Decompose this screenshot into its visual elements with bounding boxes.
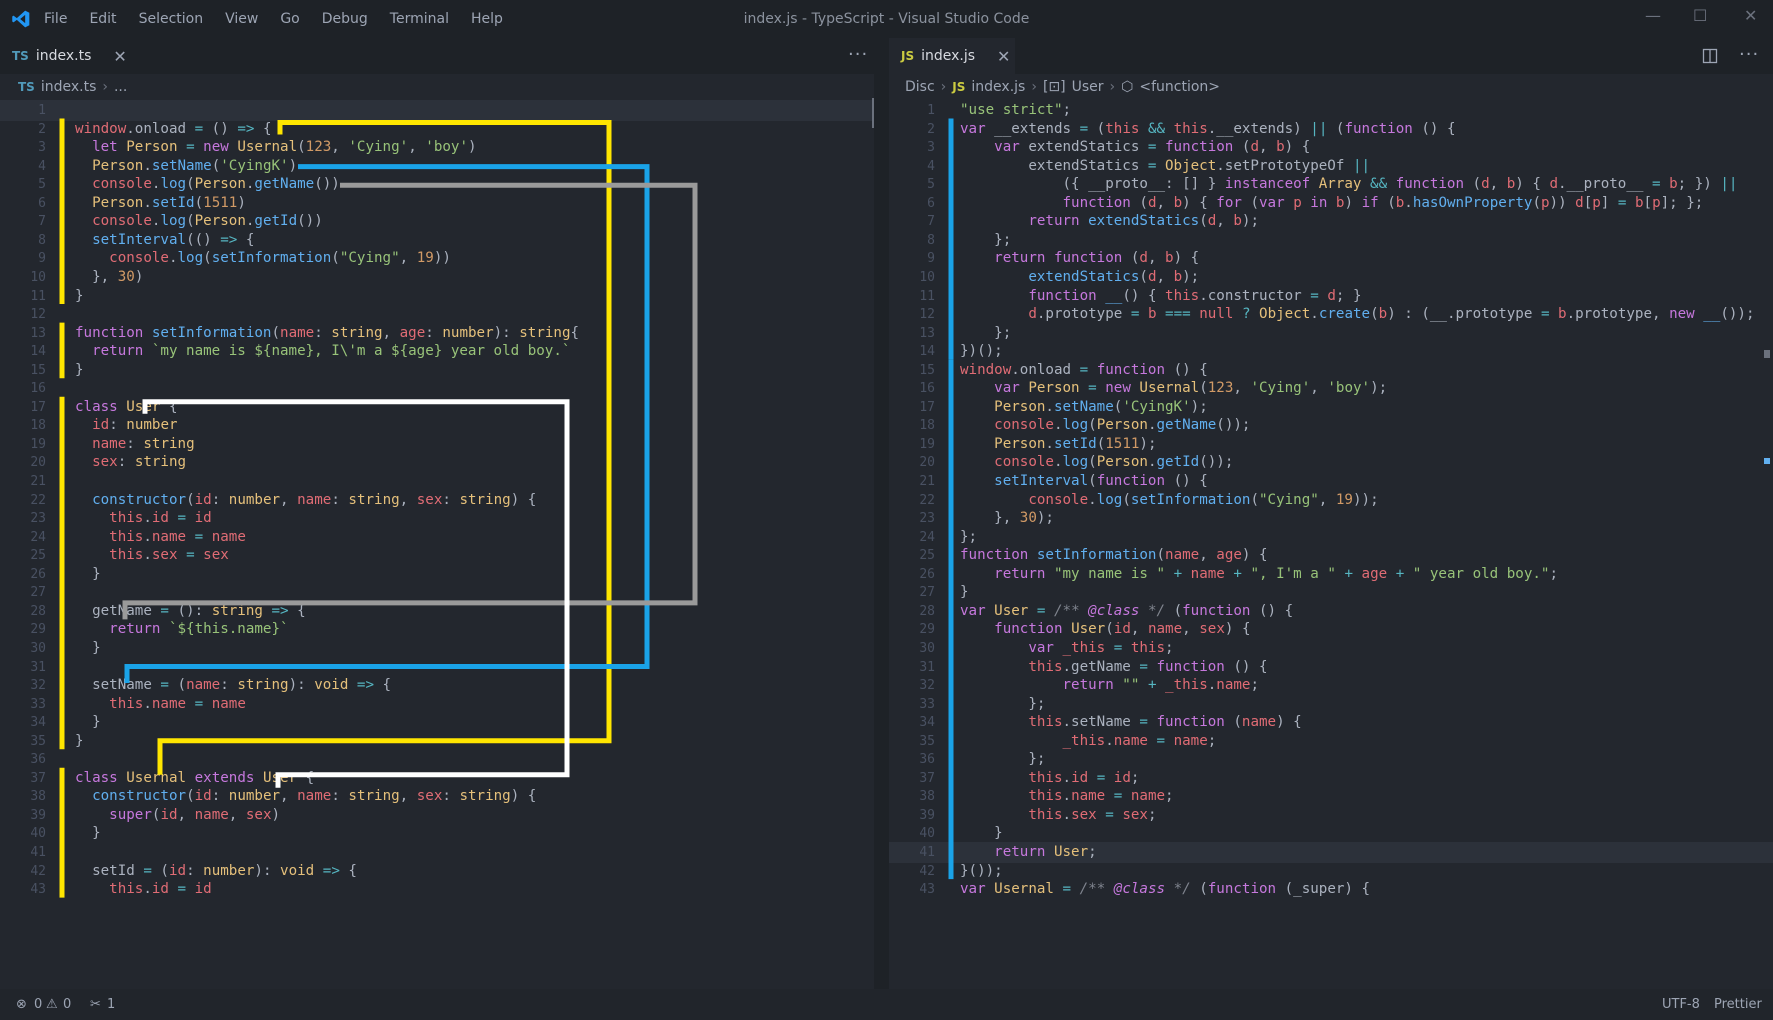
more-actions-icon[interactable]: ··· [1739,44,1759,65]
warning-count[interactable]: 0 [63,997,71,1012]
encoding-status[interactable]: UTF-8 [1662,997,1700,1012]
breadcrumb-folder[interactable]: Disc [905,79,935,95]
formatter-status[interactable]: Prettier [1714,997,1762,1012]
javascript-file-icon: JS [952,80,966,94]
breadcrumb: TS index.ts › ... [0,74,874,100]
breadcrumb-file[interactable]: index.js [971,79,1025,95]
code-line[interactable]: 43 var Usernal = /** @class */ (function … [889,879,1773,900]
close-tab-icon[interactable]: ✕ [997,47,1010,66]
right-editor-group: JS index.js ✕ ··· Disc › JS index.js › [… [889,38,1773,989]
cube-icon: ⬡ [1121,79,1134,95]
title-bar: File Edit Selection View Go Debug Termin… [0,0,1773,38]
more-actions-icon[interactable]: ··· [848,44,868,65]
tab-index-js[interactable]: JS index.js ✕ [889,38,1015,74]
breadcrumb-file[interactable]: index.ts [41,79,97,95]
left-tab-bar: TS index.ts ✕ ··· [0,38,874,74]
error-count[interactable]: 0 [34,997,42,1012]
close-window-icon[interactable]: ✕ [1744,6,1757,25]
typescript-file-icon: TS [12,49,29,63]
variable-icon: [⊡] [1042,79,1066,95]
line-number: 43 [919,882,935,898]
close-tab-icon[interactable]: ✕ [113,47,126,66]
right-tab-bar: JS index.js ✕ ··· [889,38,1773,74]
status-bar: ⊗ 0 ⚠ 0 ✂ 1 UTF-8 Prettier [0,989,1773,1020]
tab-label: index.ts [35,48,92,64]
line-text: var Usernal = /** @class */ (function (_… [960,881,1371,898]
scrollbar-marker [1764,350,1770,358]
split-editor-icon[interactable] [1702,48,1718,64]
maximize-icon[interactable]: ☐ [1693,6,1707,25]
minimize-icon[interactable]: — [1645,6,1661,25]
chevron-right-icon: › [940,79,947,95]
window-title: index.js - TypeScript - Visual Studio Co… [743,11,1030,27]
scrollbar-marker [1764,458,1770,464]
line-text: this.id = id [109,881,212,898]
tab-label: index.js [921,48,976,64]
breadcrumb-symbol[interactable]: User [1072,79,1104,95]
code-line[interactable]: 43 this.id = id [0,879,874,900]
tools-count[interactable]: 1 [107,997,115,1012]
left-editor-group: TS index.ts ✕ ··· TS index.ts › ... 1 2 wi… [0,38,874,989]
breadcrumb: Disc › JS index.js › [⊡] User › ⬡ <funct… [889,74,1773,100]
typescript-file-icon: TS [18,80,35,94]
chevron-right-icon: › [1031,79,1037,95]
editor-splitter[interactable] [874,38,889,989]
tools-icon[interactable]: ✂ [90,997,101,1012]
breadcrumb-rest[interactable]: ... [114,79,127,95]
chevron-right-icon: › [102,79,108,95]
breadcrumb-function[interactable]: <function> [1139,79,1220,95]
line-number: 43 [30,882,46,898]
tab-index-ts[interactable]: TS index.ts ✕ [0,38,130,74]
warning-icon[interactable]: ⚠ [46,997,58,1012]
javascript-file-icon: JS [901,49,915,63]
chevron-right-icon: › [1109,79,1116,95]
errors-icon[interactable]: ⊗ [16,997,27,1012]
